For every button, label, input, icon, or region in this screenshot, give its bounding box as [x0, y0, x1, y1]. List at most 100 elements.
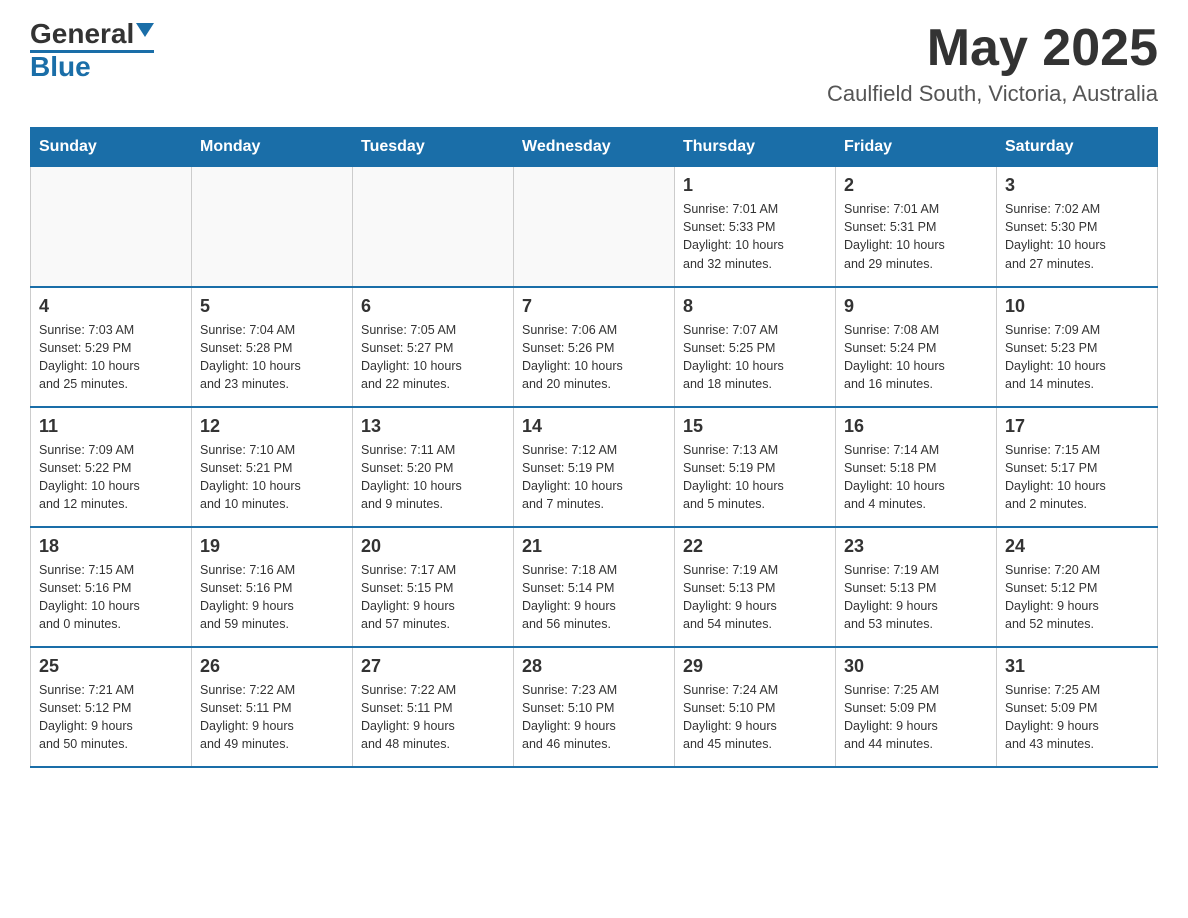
calendar-cell: 26 Sunrise: 7:22 AM Sunset: 5:11 PM Dayli…	[192, 647, 353, 767]
day-info: Sunrise: 7:13 AM Sunset: 5:19 PM Dayligh…	[683, 441, 827, 514]
day-number: 29	[683, 656, 827, 677]
day-info: Sunrise: 7:10 AM Sunset: 5:21 PM Dayligh…	[200, 441, 344, 514]
day-number: 27	[361, 656, 505, 677]
calendar-cell: 6Sunrise: 7:05 AM Sunset: 5:27 PM Daylig…	[353, 287, 514, 407]
day-number: 13	[361, 416, 505, 437]
day-number: 17	[1005, 416, 1149, 437]
day-info: Sunrise: 7:14 AM Sunset: 5:18 PM Dayligh…	[844, 441, 988, 514]
day-number: 26	[200, 656, 344, 677]
day-info: Sunrise: 7:24 AM Sunset: 5:10 PM Dayligh…	[683, 681, 827, 754]
calendar-cell: 22Sunrise: 7:19 AM Sunset: 5:13 PM Dayli…	[675, 527, 836, 647]
day-number: 19	[200, 536, 344, 557]
main-title: May 2025	[827, 20, 1158, 77]
day-info: Sunrise: 7:15 AM Sunset: 5:16 PM Dayligh…	[39, 561, 183, 634]
calendar-cell: 21 Sunrise: 7:18 AM Sunset: 5:14 PM Dayli…	[514, 527, 675, 647]
calendar-cell: 24 Sunrise: 7:20 AM Sunset: 5:12 PM Dayli…	[997, 527, 1158, 647]
calendar-cell: 4Sunrise: 7:03 AM Sunset: 5:29 PM Daylig…	[31, 287, 192, 407]
day-info: Sunrise: 7:09 AM Sunset: 5:22 PM Dayligh…	[39, 441, 183, 514]
day-number: 3	[1005, 175, 1149, 196]
page-header: General Blue May 2025 Caulfield South, V…	[30, 20, 1158, 107]
day-info: Sunrise: 7:19 AM Sunset: 5:13 PM Dayligh…	[844, 561, 988, 634]
day-number: 21	[522, 536, 666, 557]
calendar-cell: 10 Sunrise: 7:09 AM Sunset: 5:23 PM Dayli…	[997, 287, 1158, 407]
calendar-cell	[514, 167, 675, 287]
day-info: Sunrise: 7:17 AM Sunset: 5:15 PM Dayligh…	[361, 561, 505, 634]
title-area: May 2025 Caulfield South, Victoria, Aust…	[827, 20, 1158, 107]
header-thursday: Thursday	[675, 128, 836, 167]
day-number: 16	[844, 416, 988, 437]
day-number: 11	[39, 416, 183, 437]
calendar-week-5: 25 Sunrise: 7:21 AM Sunset: 5:12 PM Dayli…	[31, 647, 1158, 767]
day-info: Sunrise: 7:11 AM Sunset: 5:20 PM Dayligh…	[361, 441, 505, 514]
calendar-cell: 11 Sunrise: 7:09 AM Sunset: 5:22 PM Dayli…	[31, 407, 192, 527]
header-sunday: Sunday	[31, 128, 192, 167]
calendar-cell: 8Sunrise: 7:07 AM Sunset: 5:25 PM Daylig…	[675, 287, 836, 407]
day-number: 15	[683, 416, 827, 437]
calendar-week-2: 4Sunrise: 7:03 AM Sunset: 5:29 PM Daylig…	[31, 287, 1158, 407]
subtitle: Caulfield South, Victoria, Australia	[827, 81, 1158, 107]
day-info: Sunrise: 7:23 AM Sunset: 5:10 PM Dayligh…	[522, 681, 666, 754]
day-number: 31	[1005, 656, 1149, 677]
calendar-cell: 12 Sunrise: 7:10 AM Sunset: 5:21 PM Dayli…	[192, 407, 353, 527]
day-number: 10	[1005, 296, 1149, 317]
calendar-cell: 2Sunrise: 7:01 AM Sunset: 5:31 PM Daylig…	[836, 167, 997, 287]
day-info: Sunrise: 7:01 AM Sunset: 5:33 PM Dayligh…	[683, 200, 827, 273]
day-info: Sunrise: 7:22 AM Sunset: 5:11 PM Dayligh…	[200, 681, 344, 754]
calendar-cell: 7Sunrise: 7:06 AM Sunset: 5:26 PM Daylig…	[514, 287, 675, 407]
day-info: Sunrise: 7:21 AM Sunset: 5:12 PM Dayligh…	[39, 681, 183, 754]
day-number: 18	[39, 536, 183, 557]
calendar-week-4: 18 Sunrise: 7:15 AM Sunset: 5:16 PM Dayli…	[31, 527, 1158, 647]
header-tuesday: Tuesday	[353, 128, 514, 167]
calendar-cell: 3 Sunrise: 7:02 AM Sunset: 5:30 PM Daylig…	[997, 167, 1158, 287]
logo: General Blue	[30, 20, 154, 81]
logo-triangle-icon	[136, 23, 154, 37]
day-info: Sunrise: 7:02 AM Sunset: 5:30 PM Dayligh…	[1005, 200, 1149, 273]
calendar-header-row: SundayMondayTuesdayWednesdayThursdayFrid…	[31, 128, 1158, 167]
day-number: 22	[683, 536, 827, 557]
calendar-cell: 9 Sunrise: 7:08 AM Sunset: 5:24 PM Daylig…	[836, 287, 997, 407]
calendar-cell: 20 Sunrise: 7:17 AM Sunset: 5:15 PM Dayli…	[353, 527, 514, 647]
day-number: 30	[844, 656, 988, 677]
calendar-cell: 1 Sunrise: 7:01 AM Sunset: 5:33 PM Daylig…	[675, 167, 836, 287]
day-info: Sunrise: 7:16 AM Sunset: 5:16 PM Dayligh…	[200, 561, 344, 634]
day-number: 23	[844, 536, 988, 557]
day-number: 24	[1005, 536, 1149, 557]
header-monday: Monday	[192, 128, 353, 167]
day-number: 20	[361, 536, 505, 557]
day-number: 8	[683, 296, 827, 317]
calendar-cell	[192, 167, 353, 287]
day-number: 28	[522, 656, 666, 677]
day-info: Sunrise: 7:08 AM Sunset: 5:24 PM Dayligh…	[844, 321, 988, 394]
day-info: Sunrise: 7:04 AM Sunset: 5:28 PM Dayligh…	[200, 321, 344, 394]
header-friday: Friday	[836, 128, 997, 167]
calendar-cell: 15 Sunrise: 7:13 AM Sunset: 5:19 PM Dayli…	[675, 407, 836, 527]
logo-blue: Blue	[30, 53, 91, 81]
day-number: 25	[39, 656, 183, 677]
header-saturday: Saturday	[997, 128, 1158, 167]
day-number: 7	[522, 296, 666, 317]
calendar-cell: 28 Sunrise: 7:23 AM Sunset: 5:10 PM Dayli…	[514, 647, 675, 767]
header-wednesday: Wednesday	[514, 128, 675, 167]
calendar-week-3: 11 Sunrise: 7:09 AM Sunset: 5:22 PM Dayli…	[31, 407, 1158, 527]
calendar-cell: 31 Sunrise: 7:25 AM Sunset: 5:09 PM Dayli…	[997, 647, 1158, 767]
day-info: Sunrise: 7:09 AM Sunset: 5:23 PM Dayligh…	[1005, 321, 1149, 394]
day-info: Sunrise: 7:25 AM Sunset: 5:09 PM Dayligh…	[1005, 681, 1149, 754]
calendar-week-1: 1 Sunrise: 7:01 AM Sunset: 5:33 PM Daylig…	[31, 167, 1158, 287]
calendar-cell: 14Sunrise: 7:12 AM Sunset: 5:19 PM Dayli…	[514, 407, 675, 527]
day-info: Sunrise: 7:03 AM Sunset: 5:29 PM Dayligh…	[39, 321, 183, 394]
day-info: Sunrise: 7:25 AM Sunset: 5:09 PM Dayligh…	[844, 681, 988, 754]
day-number: 14	[522, 416, 666, 437]
day-number: 12	[200, 416, 344, 437]
day-number: 5	[200, 296, 344, 317]
calendar-cell: 29 Sunrise: 7:24 AM Sunset: 5:10 PM Dayli…	[675, 647, 836, 767]
calendar-cell: 27Sunrise: 7:22 AM Sunset: 5:11 PM Dayli…	[353, 647, 514, 767]
calendar-cell: 19 Sunrise: 7:16 AM Sunset: 5:16 PM Dayli…	[192, 527, 353, 647]
day-number: 1	[683, 175, 827, 196]
calendar-cell: 25 Sunrise: 7:21 AM Sunset: 5:12 PM Dayli…	[31, 647, 192, 767]
day-info: Sunrise: 7:18 AM Sunset: 5:14 PM Dayligh…	[522, 561, 666, 634]
day-number: 9	[844, 296, 988, 317]
logo-general: General	[30, 20, 134, 48]
day-info: Sunrise: 7:20 AM Sunset: 5:12 PM Dayligh…	[1005, 561, 1149, 634]
day-info: Sunrise: 7:15 AM Sunset: 5:17 PM Dayligh…	[1005, 441, 1149, 514]
calendar-table: SundayMondayTuesdayWednesdayThursdayFrid…	[30, 127, 1158, 768]
